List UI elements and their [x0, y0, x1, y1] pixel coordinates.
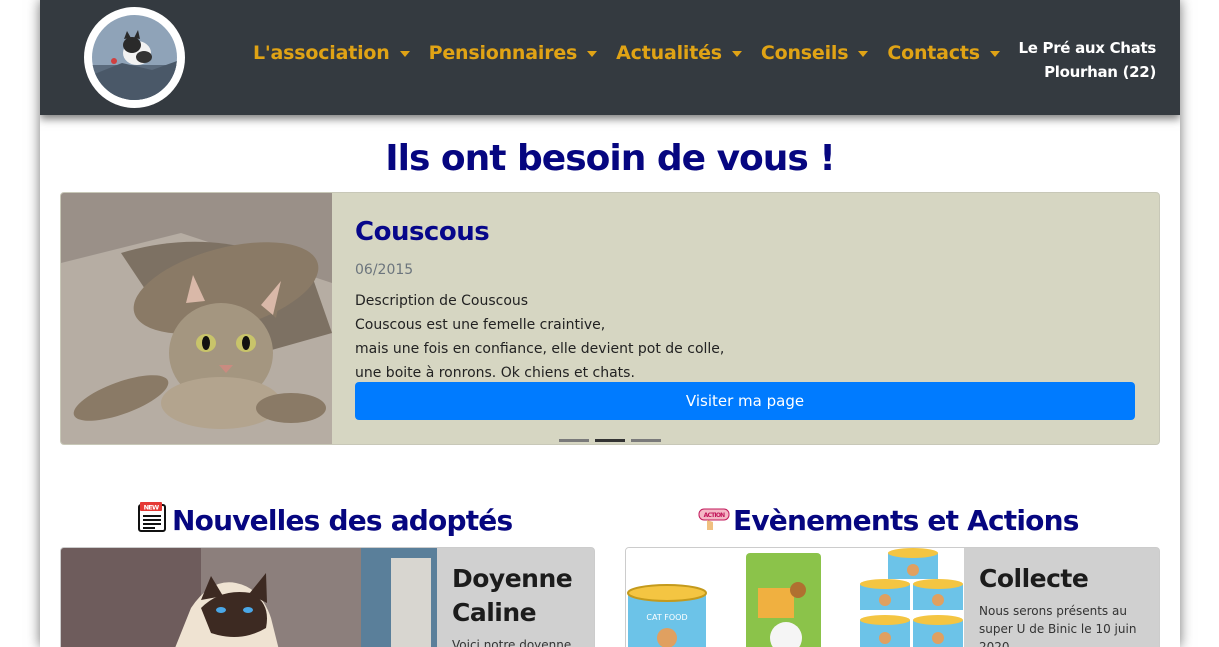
nav-contacts-label: Contacts	[887, 42, 980, 64]
event-card[interactable]: CAT FOOD Collecte Nous serons présents a…	[625, 547, 1160, 647]
food-bag-icon	[746, 553, 821, 647]
news-title-text: Nouvelles des adoptés	[172, 504, 513, 537]
nav-pensionnaires[interactable]: Pensionnaires	[429, 42, 598, 64]
chevron-down-icon	[858, 50, 869, 57]
newspaper-icon: NEW	[136, 500, 170, 541]
event-card-title: Collecte	[979, 564, 1089, 593]
pet-date: 06/2015	[355, 262, 414, 278]
news-card-title: Doyenne Caline	[452, 562, 592, 630]
site-name-line1: Le Pré aux Chats	[1018, 39, 1156, 57]
page-container: L'association Pensionnaires Actualités C…	[40, 0, 1180, 647]
svg-text:NEW: NEW	[144, 504, 159, 512]
main-nav: L'association Pensionnaires Actualités C…	[253, 42, 1019, 64]
carousel-indicator-3[interactable]	[631, 439, 661, 442]
carousel-indicator-1[interactable]	[559, 439, 589, 442]
svg-text:ACTION: ACTION	[704, 512, 725, 519]
nav-association-label: L'association	[253, 42, 390, 64]
chevron-down-icon	[399, 50, 410, 57]
page-title: Ils ont besoin de vous !	[385, 138, 836, 179]
pet-description: Description de Couscous Couscous est une…	[355, 289, 724, 385]
nav-pensionnaires-label: Pensionnaires	[428, 42, 578, 64]
nav-actualites-label: Actualités	[616, 42, 722, 64]
action-hand-icon: ACTION	[697, 500, 731, 541]
site-logo[interactable]	[84, 7, 185, 108]
pet-name: Couscous	[355, 217, 490, 247]
chevron-down-icon	[731, 50, 742, 57]
site-name: Le Pré aux Chats Plourhan (22)	[1018, 36, 1156, 84]
news-card-title-line2: Caline	[452, 598, 537, 627]
site-name-line2: Plourhan (22)	[1044, 63, 1156, 81]
pet-desc-line: Description de Couscous	[355, 293, 529, 309]
event-card-body: Collecte Nous serons présents au super U…	[979, 562, 1159, 647]
events-title-text: Evènements et Actions	[733, 504, 1079, 537]
pet-carousel: Couscous 06/2015 Description de Couscous…	[60, 192, 1160, 445]
news-card-title-line1: Doyenne	[452, 564, 573, 593]
chevron-down-icon	[587, 50, 598, 57]
logo-cat-photo	[92, 15, 177, 100]
cat-food-illustration: CAT FOOD	[626, 548, 964, 647]
news-section-title: NEW Nouvelles des adoptés	[136, 500, 513, 541]
nav-actualites[interactable]: Actualités	[616, 42, 742, 64]
nav-conseils-label: Conseils	[760, 42, 849, 64]
svg-text:CAT FOOD: CAT FOOD	[646, 613, 687, 622]
carousel-indicator-2[interactable]	[595, 439, 625, 442]
events-section-title: ACTION Evènements et Actions	[697, 500, 1079, 541]
siamese-cat-photo	[61, 548, 437, 647]
visit-page-button[interactable]: Visiter ma page	[355, 382, 1135, 420]
pet-desc-line: mais une fois en confiance, elle devient…	[355, 341, 725, 357]
nav-contacts[interactable]: Contacts	[887, 42, 1000, 64]
can-icon: CAT FOOD	[627, 584, 707, 647]
carousel-indicators	[559, 439, 661, 442]
news-card-body: Doyenne Caline Voici notre doyenne	[452, 562, 592, 647]
nav-association[interactable]: L'association	[253, 42, 410, 64]
nav-conseils[interactable]: Conseils	[760, 42, 869, 64]
news-card[interactable]: Doyenne Caline Voici notre doyenne	[60, 547, 595, 647]
event-card-text: Nous serons présents au super U de Binic…	[979, 604, 1137, 647]
pet-desc-line: Couscous est une femelle craintive,	[355, 317, 606, 333]
navbar: L'association Pensionnaires Actualités C…	[40, 0, 1180, 115]
chevron-down-icon	[989, 50, 1000, 57]
pet-photo	[61, 193, 332, 444]
news-card-text: Voici notre doyenne	[452, 638, 572, 647]
